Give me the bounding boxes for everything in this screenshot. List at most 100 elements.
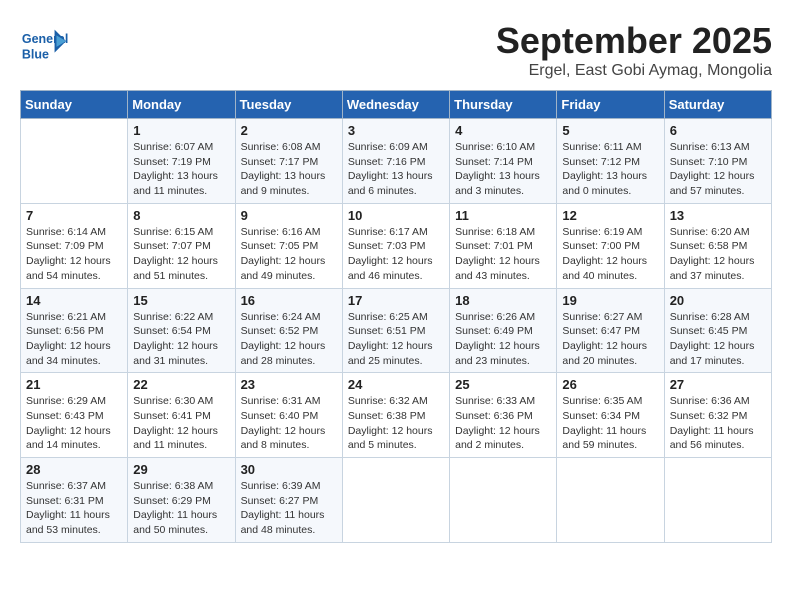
calendar-cell: 22 Sunrise: 6:30 AMSunset: 6:41 PMDayligh…	[128, 373, 235, 458]
calendar-cell: 5 Sunrise: 6:11 AMSunset: 7:12 PMDaylight…	[557, 119, 664, 204]
calendar-cell: 7 Sunrise: 6:14 AMSunset: 7:09 PMDaylight…	[21, 203, 128, 288]
day-number: 25	[455, 377, 551, 392]
subtitle: Ergel, East Gobi Aymag, Mongolia	[496, 62, 772, 80]
day-number: 28	[26, 462, 122, 477]
day-number: 17	[348, 293, 444, 308]
calendar-body: 1Sunrise: 6:07 AMSunset: 7:19 PMDaylight…	[21, 119, 772, 543]
week-row-4: 21 Sunrise: 6:29 AMSunset: 6:43 PMDayligh…	[21, 373, 772, 458]
calendar-cell: 3Sunrise: 6:09 AMSunset: 7:16 PMDaylight…	[342, 119, 449, 204]
week-row-2: 7 Sunrise: 6:14 AMSunset: 7:09 PMDaylight…	[21, 203, 772, 288]
day-detail: Sunrise: 6:13 AMSunset: 7:10 PMDaylight:…	[670, 140, 766, 199]
day-number: 11	[455, 208, 551, 223]
calendar-cell: 1Sunrise: 6:07 AMSunset: 7:19 PMDaylight…	[128, 119, 235, 204]
day-number: 14	[26, 293, 122, 308]
calendar-header: SundayMondayTuesdayWednesdayThursdayFrid…	[21, 91, 772, 119]
day-number: 4	[455, 123, 551, 138]
day-number: 2	[241, 123, 337, 138]
calendar-cell: 18Sunrise: 6:26 AMSunset: 6:49 PMDayligh…	[450, 288, 557, 373]
day-number: 18	[455, 293, 551, 308]
day-number: 5	[562, 123, 658, 138]
day-number: 3	[348, 123, 444, 138]
calendar-cell	[21, 119, 128, 204]
day-detail: Sunrise: 6:28 AMSunset: 6:45 PMDaylight:…	[670, 310, 766, 369]
calendar-cell: 14 Sunrise: 6:21 AMSunset: 6:56 PMDayligh…	[21, 288, 128, 373]
weekday-monday: Monday	[128, 91, 235, 119]
calendar-cell: 26 Sunrise: 6:35 AMSunset: 6:34 PMDayligh…	[557, 373, 664, 458]
day-detail: Sunrise: 6:10 AMSunset: 7:14 PMDaylight:…	[455, 140, 551, 199]
svg-text:Blue: Blue	[22, 47, 49, 61]
day-detail: Sunrise: 6:11 AMSunset: 7:12 PMDaylight:…	[562, 140, 658, 199]
calendar-cell: 30Sunrise: 6:39 AMSunset: 6:27 PMDayligh…	[235, 458, 342, 543]
calendar-cell: 4 Sunrise: 6:10 AMSunset: 7:14 PMDaylight…	[450, 119, 557, 204]
calendar-cell: 11Sunrise: 6:18 AMSunset: 7:01 PMDayligh…	[450, 203, 557, 288]
month-title: September 2025	[496, 20, 772, 62]
day-number: 12	[562, 208, 658, 223]
calendar-table: SundayMondayTuesdayWednesdayThursdayFrid…	[20, 90, 772, 543]
calendar-cell: 21 Sunrise: 6:29 AMSunset: 6:43 PMDayligh…	[21, 373, 128, 458]
logo: General Blue	[20, 20, 72, 68]
day-detail: Sunrise: 6:14 AMSunset: 7:09 PMDaylight:…	[26, 225, 122, 284]
day-number: 21	[26, 377, 122, 392]
day-detail: Sunrise: 6:25 AMSunset: 6:51 PMDaylight:…	[348, 310, 444, 369]
day-detail: Sunrise: 6:29 AMSunset: 6:43 PMDaylight:…	[26, 394, 122, 453]
calendar-cell: 8Sunrise: 6:15 AMSunset: 7:07 PMDaylight…	[128, 203, 235, 288]
calendar-cell: 2 Sunrise: 6:08 AMSunset: 7:17 PMDaylight…	[235, 119, 342, 204]
calendar-cell	[664, 458, 771, 543]
day-number: 16	[241, 293, 337, 308]
logo-icon: General Blue	[20, 20, 68, 68]
weekday-saturday: Saturday	[664, 91, 771, 119]
day-detail: Sunrise: 6:37 AMSunset: 6:31 PMDaylight:…	[26, 479, 122, 538]
weekday-friday: Friday	[557, 91, 664, 119]
day-detail: Sunrise: 6:30 AMSunset: 6:41 PMDaylight:…	[133, 394, 229, 453]
calendar-cell: 13Sunrise: 6:20 AMSunset: 6:58 PMDayligh…	[664, 203, 771, 288]
calendar-cell: 29 Sunrise: 6:38 AMSunset: 6:29 PMDayligh…	[128, 458, 235, 543]
calendar-cell: 24Sunrise: 6:32 AMSunset: 6:38 PMDayligh…	[342, 373, 449, 458]
day-number: 7	[26, 208, 122, 223]
day-detail: Sunrise: 6:31 AMSunset: 6:40 PMDaylight:…	[241, 394, 337, 453]
day-detail: Sunrise: 6:17 AMSunset: 7:03 PMDaylight:…	[348, 225, 444, 284]
header: General Blue September 2025 Ergel, East …	[20, 20, 772, 80]
calendar-cell: 17 Sunrise: 6:25 AMSunset: 6:51 PMDayligh…	[342, 288, 449, 373]
calendar-cell	[342, 458, 449, 543]
day-detail: Sunrise: 6:16 AMSunset: 7:05 PMDaylight:…	[241, 225, 337, 284]
weekday-sunday: Sunday	[21, 91, 128, 119]
weekday-header-row: SundayMondayTuesdayWednesdayThursdayFrid…	[21, 91, 772, 119]
day-detail: Sunrise: 6:38 AMSunset: 6:29 PMDaylight:…	[133, 479, 229, 538]
weekday-tuesday: Tuesday	[235, 91, 342, 119]
calendar-cell: 25 Sunrise: 6:33 AMSunset: 6:36 PMDayligh…	[450, 373, 557, 458]
weekday-wednesday: Wednesday	[342, 91, 449, 119]
day-detail: Sunrise: 6:32 AMSunset: 6:38 PMDaylight:…	[348, 394, 444, 453]
day-number: 29	[133, 462, 229, 477]
day-number: 15	[133, 293, 229, 308]
day-detail: Sunrise: 6:21 AMSunset: 6:56 PMDaylight:…	[26, 310, 122, 369]
day-detail: Sunrise: 6:36 AMSunset: 6:32 PMDaylight:…	[670, 394, 766, 453]
day-detail: Sunrise: 6:33 AMSunset: 6:36 PMDaylight:…	[455, 394, 551, 453]
calendar-cell: 16Sunrise: 6:24 AMSunset: 6:52 PMDayligh…	[235, 288, 342, 373]
day-number: 27	[670, 377, 766, 392]
day-number: 13	[670, 208, 766, 223]
day-number: 26	[562, 377, 658, 392]
calendar-cell: 28 Sunrise: 6:37 AMSunset: 6:31 PMDayligh…	[21, 458, 128, 543]
day-detail: Sunrise: 6:22 AMSunset: 6:54 PMDaylight:…	[133, 310, 229, 369]
day-number: 22	[133, 377, 229, 392]
day-detail: Sunrise: 6:08 AMSunset: 7:17 PMDaylight:…	[241, 140, 337, 199]
day-detail: Sunrise: 6:19 AMSunset: 7:00 PMDaylight:…	[562, 225, 658, 284]
week-row-5: 28 Sunrise: 6:37 AMSunset: 6:31 PMDayligh…	[21, 458, 772, 543]
day-detail: Sunrise: 6:35 AMSunset: 6:34 PMDaylight:…	[562, 394, 658, 453]
calendar-cell: 20 Sunrise: 6:28 AMSunset: 6:45 PMDayligh…	[664, 288, 771, 373]
day-detail: Sunrise: 6:27 AMSunset: 6:47 PMDaylight:…	[562, 310, 658, 369]
calendar-cell	[557, 458, 664, 543]
calendar-cell: 12 Sunrise: 6:19 AMSunset: 7:00 PMDayligh…	[557, 203, 664, 288]
day-detail: Sunrise: 6:15 AMSunset: 7:07 PMDaylight:…	[133, 225, 229, 284]
calendar-cell	[450, 458, 557, 543]
day-number: 1	[133, 123, 229, 138]
day-number: 10	[348, 208, 444, 223]
title-area: September 2025 Ergel, East Gobi Aymag, M…	[496, 20, 772, 80]
day-detail: Sunrise: 6:39 AMSunset: 6:27 PMDaylight:…	[241, 479, 337, 538]
calendar-cell: 23Sunrise: 6:31 AMSunset: 6:40 PMDayligh…	[235, 373, 342, 458]
calendar-cell: 6 Sunrise: 6:13 AMSunset: 7:10 PMDaylight…	[664, 119, 771, 204]
day-number: 9	[241, 208, 337, 223]
day-number: 20	[670, 293, 766, 308]
day-number: 6	[670, 123, 766, 138]
calendar-cell: 9 Sunrise: 6:16 AMSunset: 7:05 PMDaylight…	[235, 203, 342, 288]
